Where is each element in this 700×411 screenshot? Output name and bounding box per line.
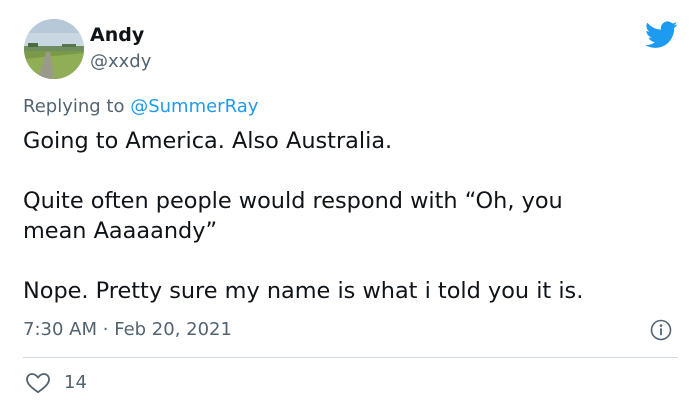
tweet-date: Feb 20, 2021 bbox=[114, 319, 232, 340]
divider bbox=[23, 357, 678, 358]
avatar[interactable] bbox=[24, 19, 84, 79]
meta-separator: · bbox=[102, 319, 109, 340]
replying-to-prefix: Replying to bbox=[23, 96, 131, 117]
info-icon[interactable] bbox=[650, 319, 672, 341]
reply-mention-link[interactable]: @SummerRay bbox=[130, 96, 258, 117]
author-display-name[interactable]: Andy bbox=[90, 23, 144, 47]
tweet-paragraph: Quite often people would respond with “O… bbox=[23, 188, 563, 214]
author-handle[interactable]: @xxdy bbox=[90, 51, 151, 73]
tweet-paragraph: Going to America. Also Australia. bbox=[23, 128, 393, 154]
tweet-paragraph: mean Aaaaandy” bbox=[23, 218, 218, 244]
tweet-time: 7:30 AM bbox=[23, 319, 97, 340]
tweet-card: Andy @xxdy Replying to @SummerRay Going … bbox=[0, 0, 700, 411]
like-count: 14 bbox=[64, 372, 87, 393]
tweet-paragraph: Nope. Pretty sure my name is what i told… bbox=[23, 278, 584, 304]
heart-icon[interactable] bbox=[25, 372, 51, 394]
twitter-bird-icon[interactable] bbox=[645, 21, 678, 49]
tweet-text: Going to America. Also Australia. Quite … bbox=[23, 126, 683, 306]
tweet-timestamp[interactable]: 7:30 AM · Feb 20, 2021 bbox=[23, 318, 232, 342]
replying-to: Replying to @SummerRay bbox=[23, 95, 258, 119]
